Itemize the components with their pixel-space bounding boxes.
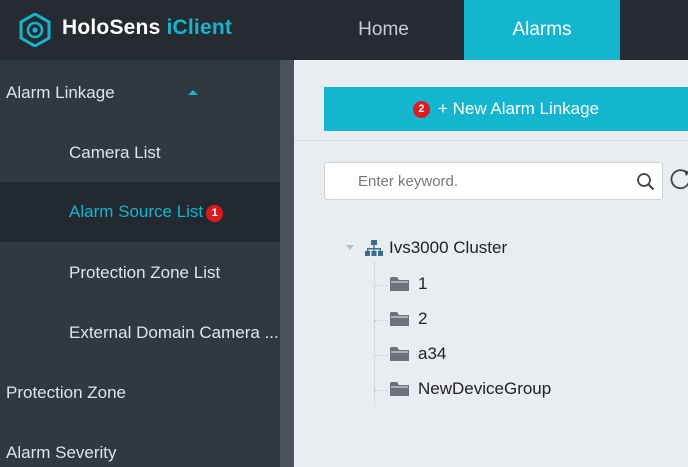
top-header: HoloSens iClient Home Alarms (0, 0, 688, 60)
step-badge: 1 (206, 205, 224, 223)
sidebar-item-alarm-severity[interactable]: Alarm Severity (0, 423, 280, 467)
search-input[interactable] (325, 163, 625, 199)
tree-connector (374, 355, 388, 356)
sidebar-item-label: Alarm Severity (6, 443, 117, 462)
tree-connector (374, 285, 388, 286)
sidebar-item-label: Camera List (69, 143, 161, 162)
brand-accent: iClient (166, 16, 233, 39)
tab-alarms[interactable]: Alarms (464, 0, 620, 60)
divider (294, 140, 688, 141)
search-box (324, 162, 663, 200)
tree-root-label[interactable]: Ivs3000 Cluster (389, 238, 507, 258)
tree-node-label: NewDeviceGroup (418, 379, 552, 398)
new-alarm-linkage-label: + New Alarm Linkage (437, 99, 600, 118)
sidebar-item-label: Alarm Linkage (6, 83, 115, 102)
search-icon[interactable] (636, 172, 655, 191)
sidebar-item-label: Protection Zone List (69, 263, 221, 282)
caret-up-icon (188, 90, 198, 95)
folder-icon (390, 312, 409, 326)
step-badge: 2 (412, 101, 430, 119)
sidebar-item-protection-zone-list[interactable]: Protection Zone List (0, 243, 280, 303)
sidebar-item-alarm-linkage[interactable]: Alarm Linkage (0, 63, 280, 123)
folder-icon (390, 277, 409, 291)
tree-node-label: 1 (418, 274, 428, 293)
sidebar-item-camera-list[interactable]: Camera List (0, 123, 280, 183)
new-alarm-linkage-button[interactable]: 2 + New Alarm Linkage (324, 87, 688, 131)
tree-collapse-arrow-icon[interactable] (346, 245, 354, 250)
sidebar-item-label: External Domain Camera ... (69, 323, 279, 342)
brand-title: HoloSens iClient (62, 16, 232, 40)
sidebar-item-protection-zone[interactable]: Protection Zone (0, 363, 280, 423)
sidebar: Alarm Linkage Camera List Alarm Source L… (0, 60, 280, 467)
tree-connector (374, 390, 388, 391)
holosens-logo-icon (19, 13, 51, 47)
folder-icon (390, 382, 409, 396)
folder-icon (390, 347, 409, 361)
sidebar-item-alarm-source-list[interactable]: Alarm Source List 1 (0, 182, 280, 242)
sidebar-item-label: Protection Zone (6, 383, 127, 402)
sidebar-item-label: Alarm Source List (69, 202, 204, 221)
refresh-icon[interactable] (670, 168, 688, 192)
tree-node-label: 2 (418, 309, 428, 328)
tab-home[interactable]: Home (318, 0, 449, 60)
tree-node-label: a34 (418, 344, 447, 363)
panel-splitter[interactable] (280, 60, 294, 467)
cluster-icon (365, 240, 383, 256)
tree-connector (374, 320, 388, 321)
sidebar-item-external-domain-camera[interactable]: External Domain Camera ... (0, 303, 280, 363)
tree-guide-line (374, 262, 375, 406)
main-panel: 2 + New Alarm Linkage Ivs3000 Cluster 1 2 (294, 60, 688, 467)
brand-main: HoloSens (62, 16, 167, 39)
